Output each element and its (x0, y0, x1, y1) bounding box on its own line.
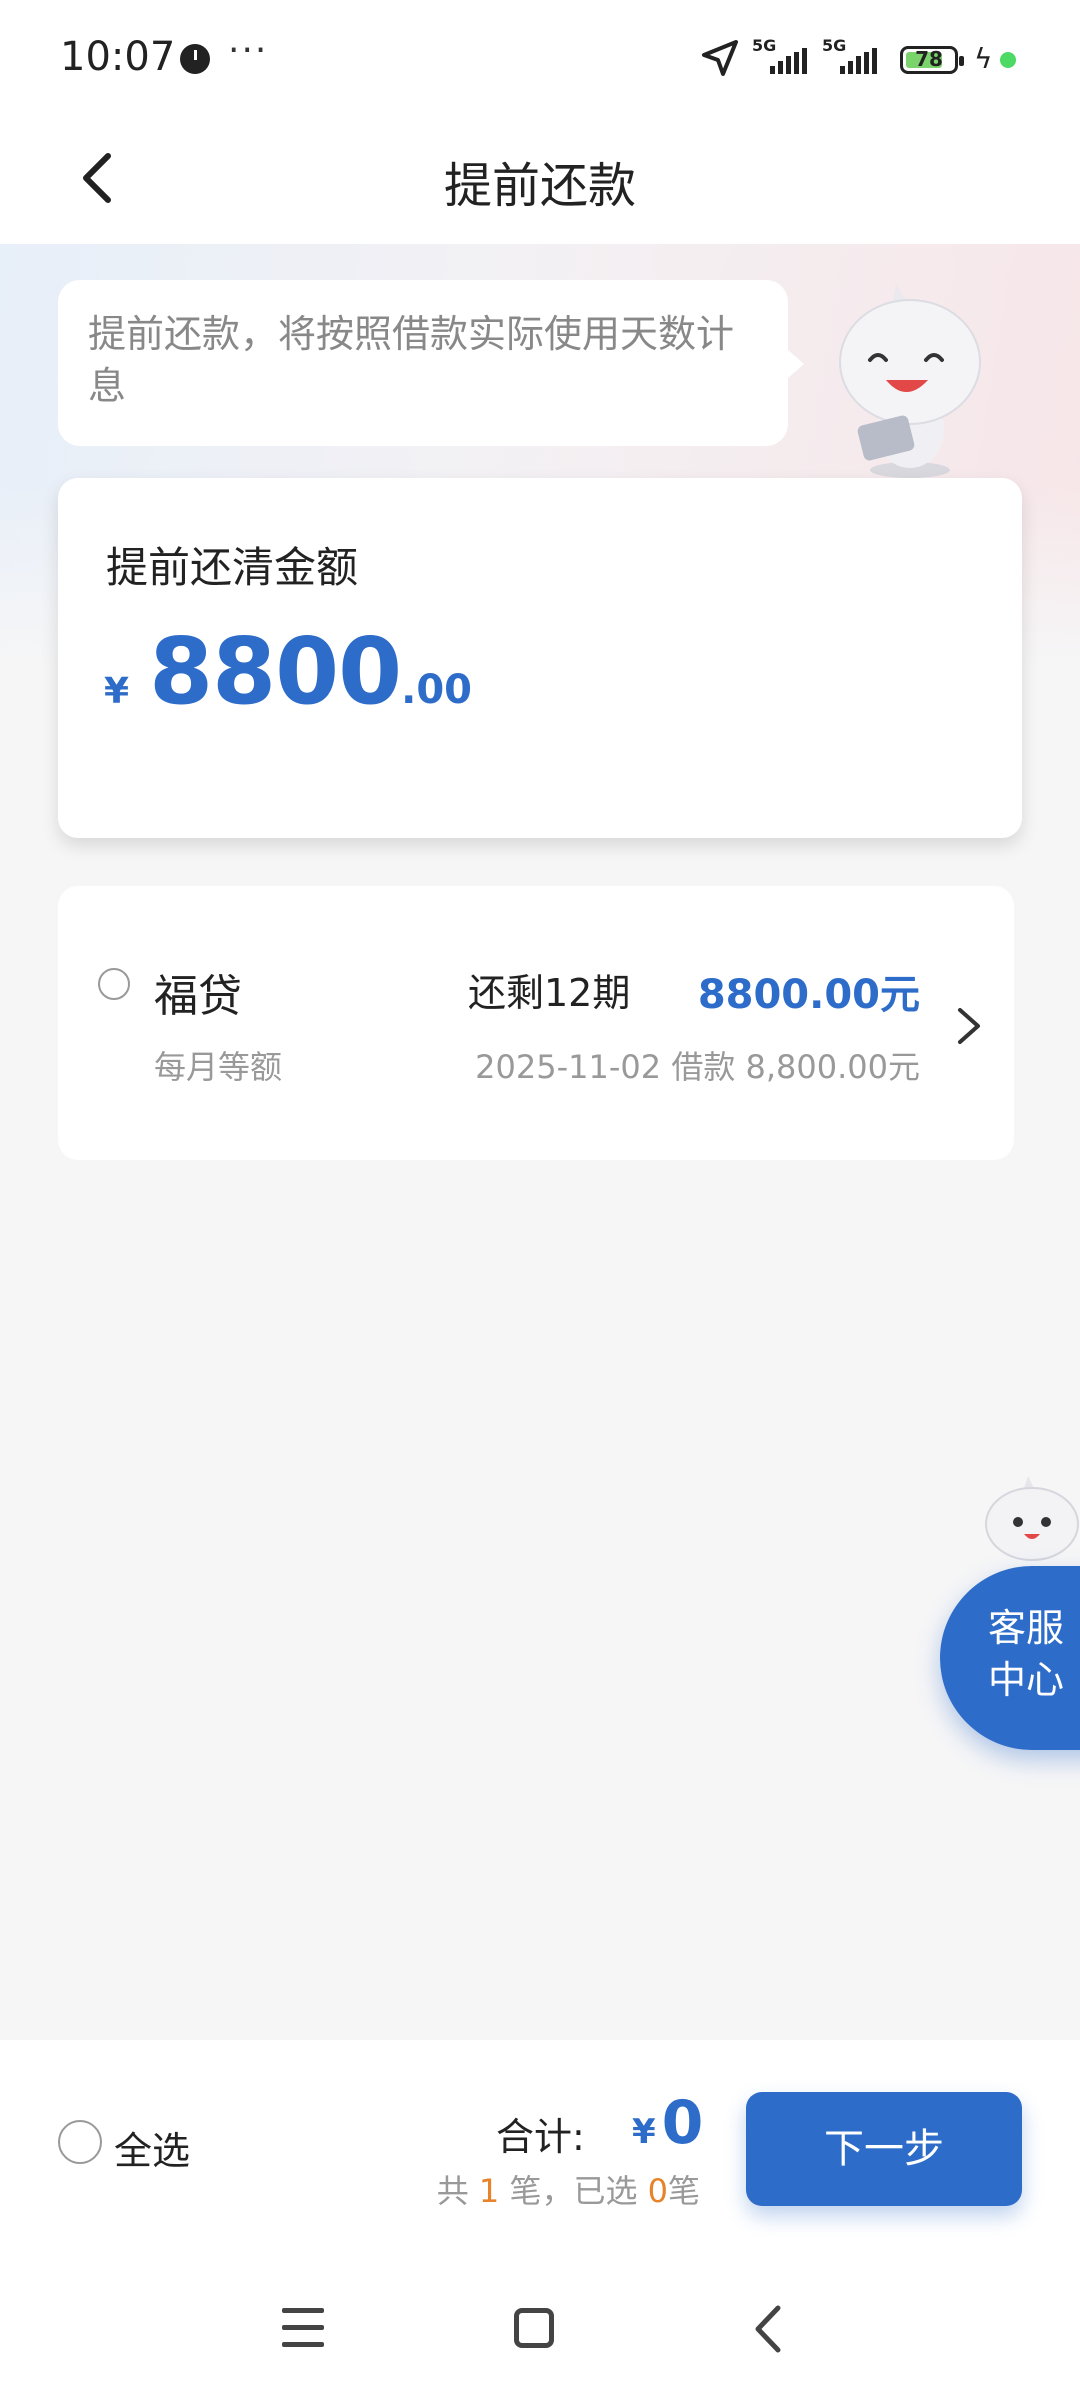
nav-bar: 提前还款 (0, 118, 1080, 244)
status-bar: 10:07 ··· 5G 5G 78 ϟ (0, 0, 1080, 118)
total-amount: ¥0 (632, 2088, 703, 2158)
battery-icon: 78 (900, 46, 964, 74)
count-total: 1 (478, 2172, 500, 2210)
total-label: 合计: (496, 2115, 585, 2159)
service-label-line2: 中心 (988, 1658, 1065, 1702)
loan-amount: 8800.00元 (697, 972, 920, 1018)
select-all-radio[interactable] (58, 2120, 102, 2164)
service-label-line1: 客服 (988, 1606, 1065, 1650)
loan-repay-type: 每月等额 (154, 1048, 283, 1086)
payoff-amount-card: 提前还清金额 ¥8800.00 (58, 478, 1022, 838)
system-nav-bar (0, 2270, 1080, 2400)
location-arrow-icon (702, 40, 738, 76)
clock-icon (180, 44, 210, 74)
amount-decimal: .00 (401, 667, 472, 713)
privacy-indicator-dot (1000, 52, 1016, 68)
service-mascot-icon[interactable] (978, 1476, 1080, 1576)
loan-detail: 2025-11-02 借款 8,800.00元 (475, 1048, 920, 1086)
chevron-right-icon[interactable] (954, 1004, 984, 1048)
mascot-illustration (839, 284, 981, 478)
system-back-icon[interactable] (748, 2304, 788, 2354)
charging-bolt-icon: ϟ (974, 42, 993, 75)
count-selected: 0 (647, 2172, 668, 2210)
select-all-label[interactable]: 全选 (114, 2120, 190, 2175)
home-icon[interactable] (514, 2308, 554, 2348)
payoff-amount-label: 提前还清金额 (106, 543, 359, 592)
loan-remaining-periods: 还剩12期 (468, 971, 631, 1015)
amount-integer: 8800 (149, 618, 402, 725)
payoff-amount: ¥8800.00 (104, 618, 472, 725)
battery-level: 78 (915, 47, 943, 71)
total-value: 0 (661, 2088, 704, 2158)
total-currency: ¥ (632, 2112, 656, 2152)
notice-bubble: 提前还款，将按照借款实际使用天数计息 (58, 280, 804, 446)
status-time: 10:07 (60, 34, 176, 80)
recent-apps-icon[interactable] (282, 2308, 324, 2348)
next-step-button[interactable]: 下一步 (746, 2092, 1022, 2206)
page-title: 提前还款 (443, 158, 636, 214)
more-notifications-icon: ··· (228, 30, 269, 71)
loan-item[interactable]: 福贷 每月等额 还剩12期 8800.00元 2025-11-02 借款 8,8… (58, 886, 1014, 1160)
loan-select-radio[interactable] (98, 968, 130, 1000)
customer-service-button[interactable]: 客服 中心 (940, 1566, 1080, 1750)
loan-name: 福贷 (154, 971, 242, 1022)
currency-symbol: ¥ (104, 671, 130, 712)
selection-count: 共 1 笔，已选 0笔 (436, 2172, 700, 2210)
